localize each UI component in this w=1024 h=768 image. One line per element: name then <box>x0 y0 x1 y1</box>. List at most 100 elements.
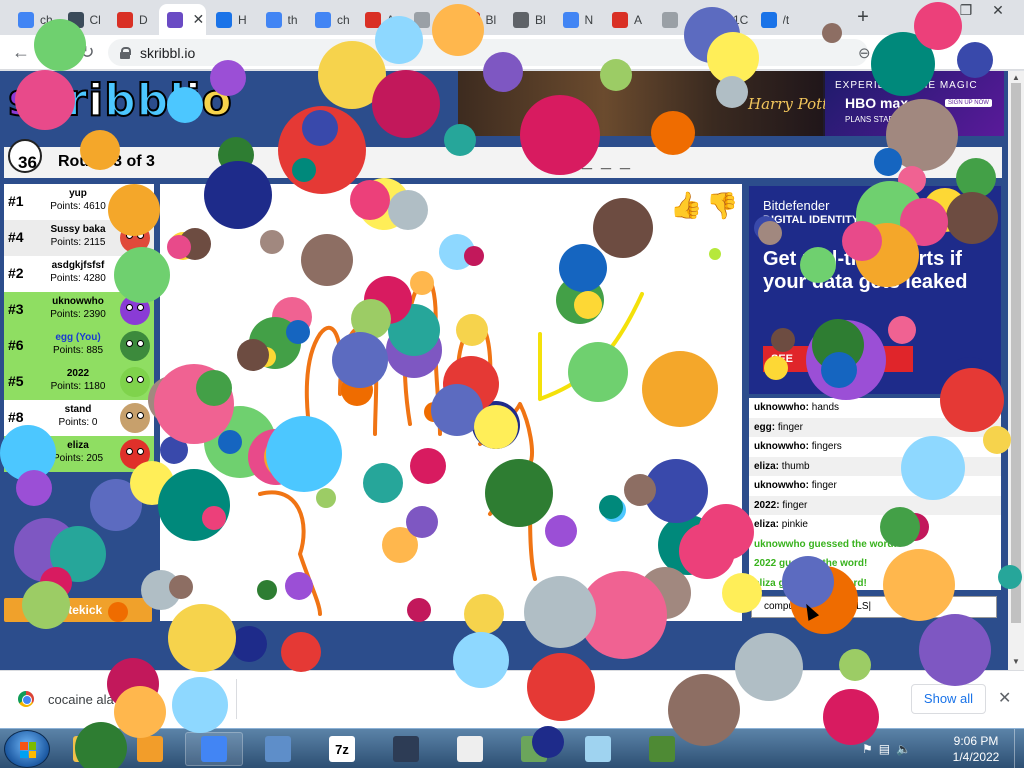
top-banner-ad[interactable]: Harry Potter EXPERIENCE THE MAGIC HBO ma… <box>458 71 1004 136</box>
avatar-eye <box>126 196 133 203</box>
browser-tab[interactable]: ✕ <box>158 4 206 35</box>
votekick-button[interactable]: Votekick <box>4 598 152 622</box>
ad-side-headline: Get real-time alerts if your data gets l… <box>763 248 968 293</box>
address-bar[interactable]: skribbl.io <box>108 39 868 66</box>
browser-tab[interactable]: A <box>357 4 405 35</box>
close-icon[interactable]: ✕ <box>998 688 1011 708</box>
player-row[interactable]: #8 stand Points: 0 <box>4 400 154 436</box>
thumbs-down-icon[interactable]: 👍 <box>706 190 738 221</box>
taskbar-app[interactable] <box>185 732 243 766</box>
taskbar-app[interactable] <box>121 732 179 766</box>
restore-window-button[interactable]: ❐ <box>952 0 980 22</box>
browser-tab[interactable]: /t <box>753 4 801 35</box>
forward-button[interactable]: → <box>44 42 66 64</box>
taskbar-app[interactable]: 7z <box>313 732 371 766</box>
browser-tab[interactable]: Bl <box>456 4 504 35</box>
player-row[interactable]: #6 egg (You) Points: 885 <box>4 328 154 364</box>
orange-stroke <box>478 402 534 466</box>
thumbs-up-icon[interactable]: 👍 <box>670 190 702 221</box>
player-points: Points: 885 <box>52 345 104 356</box>
chat-message: uknowwho: hands <box>749 398 1001 418</box>
show-desktop-button[interactable] <box>1014 729 1024 768</box>
explorer-icon <box>73 736 99 762</box>
browser-tab[interactable]: 1C <box>703 4 751 35</box>
word-hint: _ _ _ _ _ <box>544 151 633 171</box>
player-row[interactable]: eliza Points: 205 <box>4 436 154 472</box>
browser-tab[interactable]: Cl <box>60 4 108 35</box>
network-tray-icon[interactable]: ▤ <box>879 742 890 756</box>
taskbar-app[interactable] <box>441 732 499 766</box>
scroll-down-icon[interactable]: ▼ <box>1011 657 1021 666</box>
orange-stroke <box>258 490 322 616</box>
cloud-upload-icon <box>760 11 777 28</box>
drawing-canvas[interactable]: 👍 👍 <box>160 184 742 621</box>
taskbar-app[interactable] <box>377 732 435 766</box>
browser-tab[interactable]: D <box>109 4 157 35</box>
orange-stroke <box>402 274 442 436</box>
player-name: uknowwho <box>52 296 104 307</box>
logo-letter: r <box>64 74 89 127</box>
page-icon <box>414 11 430 28</box>
browser-tab[interactable] <box>654 4 702 35</box>
avatar-eye <box>137 412 144 419</box>
browser-tab[interactable]: A <box>604 4 652 35</box>
browser-tab[interactable]: Bl <box>505 4 553 35</box>
browser-tab[interactable]: N <box>555 4 603 35</box>
browser-tab[interactable]: ch <box>10 4 58 35</box>
download-item[interactable]: cocaine ala <box>18 691 114 707</box>
logo-letter: i <box>184 74 202 127</box>
chat-input[interactable]: computer with a BALLS| <box>751 596 997 618</box>
chat-username: uknowwho: <box>754 402 809 413</box>
browser-tab[interactable]: S <box>406 4 454 35</box>
browser-tab[interactable]: ch <box>307 4 355 35</box>
taskbar-app[interactable] <box>569 732 627 766</box>
minecraft-icon <box>649 736 675 762</box>
avatar-eye <box>137 232 144 239</box>
scroll-up-icon[interactable]: ▲ <box>1011 73 1021 82</box>
start-button[interactable] <box>4 730 50 768</box>
player-points: Points: 2115 <box>50 237 106 248</box>
red-g-icon <box>612 11 628 28</box>
show-all-button[interactable]: Show all <box>911 684 986 714</box>
player-row[interactable]: #1 yup Points: 4610 <box>4 184 154 220</box>
browser-tab[interactable]: th <box>258 4 306 35</box>
tab-label: D <box>139 12 148 27</box>
player-rank: #5 <box>8 373 24 389</box>
player-row[interactable]: #3 uknowwho Points: 2390 <box>4 292 154 328</box>
avatar-eye <box>137 196 144 203</box>
ad-tagline: EXPERIENCE THE MAGIC <box>835 80 978 91</box>
player-row[interactable]: #4 Sussy baka Points: 2115 <box>4 220 154 256</box>
browser-tab[interactable]: H <box>208 4 256 35</box>
ad-side-cta-button[interactable]: SEE <box>763 346 913 372</box>
flag-icon[interactable]: ⚑ <box>862 742 873 756</box>
taskbar-app[interactable] <box>249 732 307 766</box>
player-rank: #6 <box>8 337 24 353</box>
volume-icon[interactable]: 🔈 <box>896 742 911 756</box>
close-window-button[interactable]: ✕ <box>984 0 1012 22</box>
page-scrollbar[interactable]: ▲ ▼ <box>1008 71 1024 670</box>
new-tab-button[interactable]: + <box>853 7 873 28</box>
page-viewport: skribblio Harry Potter EXPERIENCE THE MA… <box>0 71 1008 670</box>
player-row[interactable]: #2 asdgkjfsfsf Points: 4280 <box>4 256 154 292</box>
taskbar-app[interactable] <box>505 732 563 766</box>
taskbar-app[interactable] <box>57 732 115 766</box>
chat-text: 2022 guessed the word! <box>754 558 868 569</box>
chat-message: uknowwho guessed the word! <box>749 535 1001 555</box>
logo-letter: o <box>200 74 233 127</box>
page-icon <box>711 11 727 28</box>
avatar <box>120 295 150 325</box>
ad-signup-button[interactable]: SIGN UP NOW <box>945 99 992 107</box>
reload-button[interactable]: ↻ <box>76 42 98 64</box>
player-row[interactable]: #5 2022 Points: 1180 <box>4 364 154 400</box>
avatar <box>120 331 150 361</box>
avatar <box>120 259 150 289</box>
avatar-eye <box>137 340 144 347</box>
zoom-icon[interactable]: ⊖ <box>858 44 871 62</box>
side-banner-ad[interactable]: Bitdefender DIGITAL IDENTITY Get real-ti… <box>749 186 1001 394</box>
taskbar-clock[interactable]: 9:06 PM 1/4/2022 <box>940 733 1012 765</box>
taskbar-app[interactable] <box>633 732 691 766</box>
back-button[interactable]: ← <box>10 42 32 64</box>
scrollbar-thumb[interactable] <box>1011 83 1021 623</box>
player-name: Sussy baka <box>50 224 106 235</box>
close-tab-icon[interactable]: ✕ <box>193 11 205 28</box>
